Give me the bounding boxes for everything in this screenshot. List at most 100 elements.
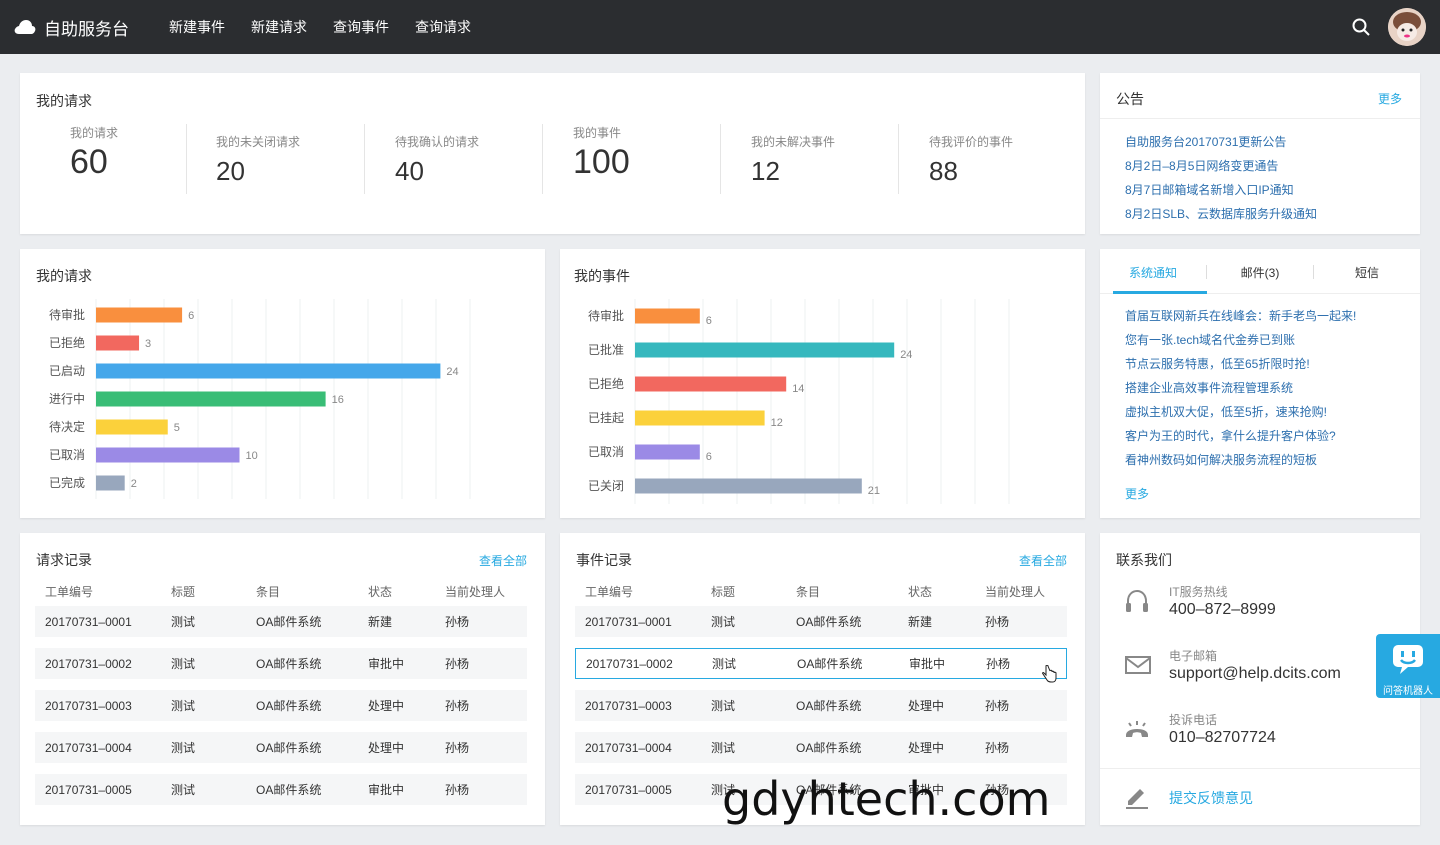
stat-open-requests[interactable]: 我的未关闭请求 20 (216, 133, 300, 203)
bar (635, 410, 765, 426)
table-cell: 20170731–0003 (45, 698, 132, 713)
table-cell: 孙杨 (445, 657, 470, 671)
feedback-label[interactable]: 提交反馈意见 (1169, 788, 1253, 808)
stat-my-requests[interactable]: 我的请求 60 (70, 124, 118, 194)
brand[interactable]: 自助服务台 (14, 15, 129, 40)
column-header: 工单编号 (45, 585, 94, 599)
bar (635, 308, 700, 324)
table-cell: 孙杨 (445, 783, 470, 797)
stat-label: 待我评价的事件 (929, 135, 1014, 149)
request-view-all-link[interactable]: 查看全部 (479, 552, 527, 569)
tab-sms[interactable]: 短信 (1314, 264, 1420, 281)
value-label: 6 (706, 315, 712, 327)
table-row[interactable]: 20170731–0004 测试 OA邮件系统 处理中 孙杨 (35, 732, 527, 763)
table-cell: OA邮件系统 (256, 657, 322, 671)
bar (96, 391, 326, 407)
notice-more-link[interactable]: 更多 (1125, 485, 1149, 502)
stat-unresolved-events[interactable]: 我的未解决事件 12 (751, 133, 835, 203)
table-cell: 20170731–0002 (45, 656, 132, 671)
robot-label: 问答机器人 (1383, 686, 1433, 697)
table-cell: 孙杨 (985, 741, 1010, 755)
table-cell: 处理中 (908, 699, 945, 713)
notice-item[interactable]: 客户为王的时代，拿什么提升客户体验? (1125, 424, 1356, 448)
announcement-item[interactable]: 自助服务台20170731更新公告 (1125, 130, 1317, 154)
contact-label: 电子邮箱 (1169, 649, 1218, 663)
table-cell: 孙杨 (985, 699, 1010, 713)
request-table-header: 工单编号 标题 条目 状态 当前处理人 (35, 583, 525, 600)
value-label: 2 (131, 478, 137, 490)
table-cell: 20170731–0004 (45, 740, 132, 755)
notice-item[interactable]: 您有一张.tech域名代金券已到账 (1125, 328, 1356, 352)
notice-item[interactable]: 虚拟主机双大促，低至5折，速来抢购! (1125, 400, 1356, 424)
nav-new-event[interactable]: 新建事件 (169, 17, 225, 37)
bar (96, 475, 125, 491)
table-row[interactable]: 20170731–0003 测试 OA邮件系统 处理中 孙杨 (35, 690, 527, 721)
value-label: 21 (868, 485, 880, 497)
table-row[interactable]: 20170731–0005 测试 OA邮件系统 审批中 孙杨 (35, 774, 527, 805)
value-label: 16 (332, 394, 344, 406)
announcement-more-link[interactable]: 更多 (1378, 90, 1402, 107)
stat-label: 我的事件 (573, 126, 622, 140)
bar (96, 335, 140, 351)
request-records-title: 请求记录 (36, 552, 92, 568)
hand-cursor-icon (1042, 665, 1057, 683)
mail-icon (1125, 656, 1151, 674)
table-row[interactable]: 20170731–0002 测试 OA邮件系统 审批中 孙杨 (575, 648, 1067, 679)
table-cell: 20170731–0005 (45, 782, 132, 797)
table-cell: 孙杨 (985, 615, 1010, 629)
announcement-item[interactable]: 8月2日–8月5日网络变更通告 (1125, 154, 1317, 178)
user-avatar[interactable] (1388, 8, 1426, 46)
value-label: 10 (246, 450, 258, 462)
table-row[interactable]: 20170731–0002 测试 OA邮件系统 审批中 孙杨 (35, 648, 527, 679)
table-cell: 测试 (711, 741, 736, 755)
event-table-header: 工单编号 标题 条目 状态 当前处理人 (575, 583, 1065, 600)
announcement-item[interactable]: 8月7日邮箱域名新增入口IP通知 (1125, 178, 1317, 202)
column-header: 当前处理人 (445, 585, 506, 599)
table-row[interactable]: 20170731–0001 测试 OA邮件系统 新建 孙杨 (35, 606, 527, 637)
table-row[interactable]: 20170731–0001 测试 OA邮件系统 新建 孙杨 (575, 606, 1067, 637)
nav-query-request[interactable]: 查询请求 (415, 17, 471, 37)
edit-pen-icon (1126, 789, 1148, 809)
notice-item[interactable]: 看神州数码如何解决服务流程的短板 (1125, 448, 1356, 472)
table-cell: 孙杨 (445, 741, 470, 755)
table-cell: 孙杨 (445, 615, 470, 629)
table-cell: OA邮件系统 (797, 657, 863, 671)
nav-query-event[interactable]: 查询事件 (333, 17, 389, 37)
table-row[interactable]: 20170731–0004 测试 OA邮件系统 处理中 孙杨 (575, 732, 1067, 763)
tab-mail[interactable]: 邮件(3) (1207, 264, 1313, 281)
table-cell: 20170731–0001 (45, 614, 132, 629)
phone-icon (1126, 721, 1148, 737)
divider (542, 124, 543, 194)
event-records-title: 事件记录 (576, 552, 632, 568)
stat-pending-evaluation[interactable]: 待我评价的事件 88 (929, 133, 1013, 203)
contact-value[interactable]: support@help.dcits.com (1169, 665, 1341, 683)
table-cell: 20170731–0002 (586, 656, 673, 671)
stat-my-events[interactable]: 我的事件 100 (573, 124, 630, 194)
stat-pending-confirm[interactable]: 待我确认的请求 40 (395, 133, 479, 203)
table-row[interactable]: 20170731–0003 测试 OA邮件系统 处理中 孙杨 (575, 690, 1067, 721)
announcement-item[interactable]: 8月2日SLB、云数据库服务升级通知 (1125, 202, 1317, 226)
table-cell: 孙杨 (445, 699, 470, 713)
contact-label: 投诉电话 (1169, 713, 1218, 727)
contact-value: 400–872–8999 (1169, 601, 1276, 618)
event-view-all-link[interactable]: 查看全部 (1019, 552, 1067, 569)
stat-label: 我的未关闭请求 (216, 135, 301, 149)
tab-system-notice[interactable]: 系统通知 (1100, 264, 1206, 281)
qa-robot-button[interactable]: 问答机器人 (1376, 634, 1440, 698)
stat-label: 待我确认的请求 (395, 135, 480, 149)
contact-title: 联系我们 (1116, 552, 1172, 568)
search-icon[interactable] (1352, 18, 1370, 36)
category-label: 已完成 (49, 475, 85, 490)
column-header: 状态 (368, 585, 393, 599)
table-cell: 20170731–0001 (585, 614, 672, 629)
bar (96, 447, 240, 463)
notice-item[interactable]: 首届互联网新兵在线峰会：新手老鸟一起来! (1125, 304, 1356, 328)
contact-value: 010–82707724 (1169, 729, 1276, 746)
bar (96, 363, 441, 379)
nav-new-request[interactable]: 新建请求 (251, 17, 307, 37)
notice-item[interactable]: 节点云服务特惠，低至65折限时抢! (1125, 352, 1356, 376)
request-chart-card: 我的请求 待审批 6 已拒绝 3 已启动 24 进行中 16 待决定 5 已取消 10 已完成 2 (20, 249, 545, 518)
notice-item[interactable]: 搭建企业高效事件流程管理系统 (1125, 376, 1356, 400)
active-tab-indicator (1113, 291, 1207, 294)
stat-value: 40 (395, 156, 424, 186)
